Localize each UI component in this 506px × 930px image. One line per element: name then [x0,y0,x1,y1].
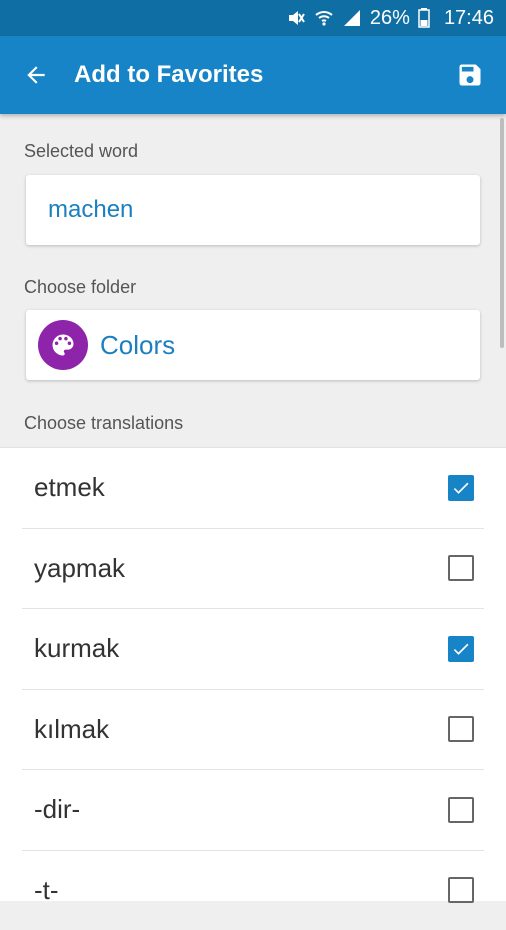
folder-name: Colors [100,330,175,361]
folder-selector[interactable]: Colors [26,310,480,380]
arrow-back-icon [23,62,49,88]
page-title: Add to Favorites [74,61,450,89]
mute-icon [286,8,306,28]
translation-checkbox[interactable] [448,636,474,662]
palette-icon [49,331,77,359]
scrollbar[interactable] [500,118,504,348]
wifi-icon [314,8,334,28]
translation-checkbox[interactable] [448,877,474,903]
selected-word-field[interactable]: machen [26,175,480,245]
choose-folder-label: Choose folder [24,277,136,298]
translation-label: kurmak [34,633,448,664]
translation-label: -t- [34,875,448,906]
selected-word-value: machen [48,196,133,224]
translation-label: yapmak [34,553,448,584]
folder-avatar [38,320,88,370]
check-icon [451,478,471,498]
battery-percent: 26% [370,7,410,30]
battery-icon [418,8,430,28]
translation-row[interactable]: yapmak [22,529,484,610]
selected-word-label: Selected word [24,141,138,162]
translation-row[interactable]: kılmak [22,690,484,771]
back-button[interactable] [16,55,56,95]
translation-label: kılmak [34,714,448,745]
translation-checkbox[interactable] [448,716,474,742]
translation-row[interactable]: kurmak [22,609,484,690]
choose-translations-label: Choose translations [24,413,183,434]
signal-icon [342,8,362,28]
translation-row[interactable]: etmek [22,448,484,529]
app-bar: Add to Favorites [0,36,506,114]
translation-row[interactable]: -t- [22,851,484,930]
translation-checkbox[interactable] [448,475,474,501]
translations-list: etmek yapmak kurmak kılmak -dir- -t- [0,447,506,901]
check-icon [451,639,471,659]
save-button[interactable] [450,55,490,95]
translation-row[interactable]: -dir- [22,770,484,851]
translation-checkbox[interactable] [448,797,474,823]
translation-label: -dir- [34,794,448,825]
save-icon [456,61,484,89]
translation-checkbox[interactable] [448,555,474,581]
status-bar: 26% 17:46 [0,0,506,36]
translation-label: etmek [34,472,448,503]
clock: 17:46 [444,7,494,30]
